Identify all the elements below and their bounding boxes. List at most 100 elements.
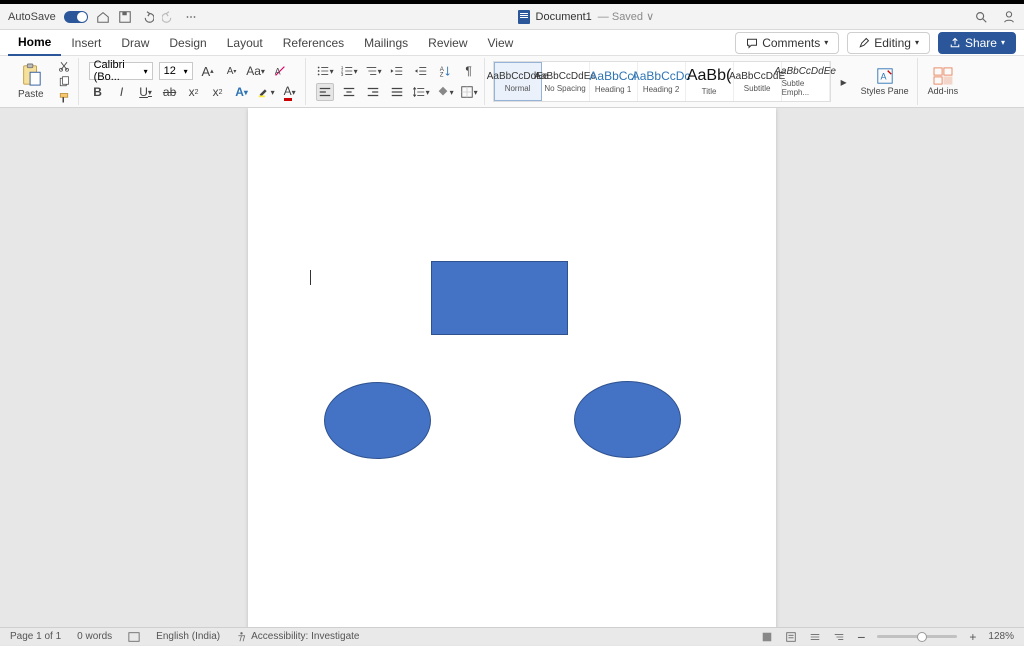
tab-references[interactable]: References — [273, 30, 354, 56]
svg-text:3: 3 — [340, 72, 343, 77]
cut-icon[interactable] — [56, 59, 72, 73]
format-painter-icon[interactable] — [56, 91, 72, 105]
addins-button[interactable]: Add-ins — [924, 67, 963, 97]
style-title[interactable]: AaBb(Title — [686, 62, 734, 101]
style-gallery: AaBbCcDdEeNormalAaBbCcDdEeNo SpacingAaBb… — [493, 61, 831, 102]
shading-icon[interactable]: ▾ — [436, 83, 454, 101]
tab-insert[interactable]: Insert — [61, 30, 111, 56]
comments-label: Comments — [762, 36, 820, 50]
bullets-icon[interactable]: ▾ — [316, 62, 334, 80]
text-cursor — [310, 270, 311, 285]
zoom-slider[interactable] — [877, 635, 957, 638]
tab-review[interactable]: Review — [418, 30, 477, 56]
paste-button[interactable]: Paste — [12, 61, 50, 102]
align-right-icon[interactable] — [364, 83, 382, 101]
bold-button[interactable]: B — [89, 83, 107, 101]
accessibility-status[interactable]: Accessibility: Investigate — [236, 631, 359, 642]
increase-indent-icon[interactable] — [412, 62, 430, 80]
search-icon[interactable] — [974, 10, 988, 24]
statusbar: Page 1 of 1 0 words English (India) Acce… — [0, 627, 1024, 645]
show-hide-icon[interactable]: ¶ — [460, 62, 478, 80]
font-name-select[interactable]: Calibri (Bo...▾ — [89, 62, 153, 80]
superscript-button[interactable]: x2 — [209, 83, 227, 101]
share-label: Share — [965, 36, 997, 50]
document-page[interactable] — [248, 108, 776, 627]
web-layout-icon[interactable] — [809, 631, 821, 643]
accessibility-label: Accessibility: Investigate — [251, 631, 359, 642]
word-count[interactable]: 0 words — [77, 631, 112, 642]
grow-font-icon[interactable]: A▴ — [199, 62, 217, 80]
share-button[interactable]: Share ▾ — [938, 32, 1016, 54]
font-color-icon[interactable]: A▾ — [281, 83, 299, 101]
document-icon — [518, 10, 530, 24]
page-count[interactable]: Page 1 of 1 — [10, 631, 61, 642]
svg-text:A: A — [880, 71, 886, 81]
save-icon[interactable] — [118, 10, 132, 24]
ribbon: Paste Calibri (Bo...▾ 12▾ A▴ A▾ Aa▾ A B … — [0, 56, 1024, 108]
borders-icon[interactable]: ▾ — [460, 83, 478, 101]
tab-view[interactable]: View — [478, 30, 524, 56]
strikethrough-button[interactable]: ab — [161, 83, 179, 101]
focus-view-icon[interactable] — [761, 631, 773, 643]
print-layout-icon[interactable] — [785, 631, 797, 643]
titlebar: AutoSave Document1 — Saved ∨ — [0, 4, 1024, 30]
align-center-icon[interactable] — [340, 83, 358, 101]
tab-mailings[interactable]: Mailings — [354, 30, 418, 56]
subscript-button[interactable]: x2 — [185, 83, 203, 101]
line-spacing-icon[interactable]: ▾ — [412, 83, 430, 101]
saved-state[interactable]: — Saved ∨ — [598, 10, 654, 23]
text-effects-icon[interactable]: A▾ — [233, 83, 251, 101]
shape-rectangle[interactable] — [431, 261, 568, 335]
shape-oval[interactable] — [574, 381, 681, 458]
group-paragraph: ▾ 123▾ ▾ AZ ¶ ▾ ▾ ▾ — [310, 58, 485, 105]
styles-pane-button[interactable]: A Styles Pane — [857, 58, 913, 105]
account-icon[interactable] — [1002, 10, 1016, 24]
comments-button[interactable]: Comments ▾ — [735, 32, 839, 54]
zoom-out-button[interactable]: − — [857, 629, 865, 645]
style-heading-2[interactable]: AaBbCcDcHeading 2 — [638, 62, 686, 101]
chevron-down-icon: ▾ — [1001, 38, 1005, 47]
underline-button[interactable]: U▾ — [137, 83, 155, 101]
highlight-icon[interactable]: ▾ — [257, 83, 275, 101]
style-gallery-more[interactable]: ▸ — [835, 73, 853, 91]
tab-home[interactable]: Home — [8, 30, 61, 56]
autosave-label: AutoSave — [8, 11, 56, 23]
svg-text:A: A — [274, 67, 280, 77]
editing-button[interactable]: Editing ▾ — [847, 32, 930, 54]
tab-layout[interactable]: Layout — [217, 30, 273, 56]
outline-view-icon[interactable] — [833, 631, 845, 643]
zoom-in-button[interactable]: + — [969, 630, 976, 644]
shrink-font-icon[interactable]: A▾ — [223, 62, 241, 80]
italic-button[interactable]: I — [113, 83, 131, 101]
workspace[interactable] — [0, 108, 1024, 627]
style-no-spacing[interactable]: AaBbCcDdEeNo Spacing — [542, 62, 590, 101]
ribbon-tabs: Home Insert Draw Design Layout Reference… — [0, 30, 1024, 56]
style-subtle-emph-[interactable]: AaBbCcDdEeSubtle Emph... — [782, 62, 830, 101]
home-icon[interactable] — [96, 10, 110, 24]
align-left-icon[interactable] — [316, 83, 334, 101]
shape-oval[interactable] — [324, 382, 431, 459]
tab-draw[interactable]: Draw — [111, 30, 159, 56]
multilevel-icon[interactable]: ▾ — [364, 62, 382, 80]
numbering-icon[interactable]: 123▾ — [340, 62, 358, 80]
copy-icon[interactable] — [56, 75, 72, 89]
redo-icon[interactable] — [162, 10, 176, 24]
language-status[interactable]: English (India) — [156, 631, 220, 642]
clear-format-icon[interactable]: A — [271, 62, 289, 80]
style-heading-1[interactable]: AaBbCcIHeading 1 — [590, 62, 638, 101]
overflow-icon[interactable] — [184, 10, 198, 24]
font-size-value: 12 — [164, 65, 176, 77]
font-size-select[interactable]: 12▾ — [159, 62, 193, 80]
autosave-toggle[interactable] — [64, 11, 88, 23]
chevron-down-icon: ▾ — [915, 38, 919, 47]
spellcheck-icon[interactable] — [128, 631, 140, 643]
style-normal[interactable]: AaBbCcDdEeNormal — [494, 62, 542, 101]
zoom-value[interactable]: 128% — [988, 631, 1014, 642]
font-name-value: Calibri (Bo... — [94, 59, 144, 83]
decrease-indent-icon[interactable] — [388, 62, 406, 80]
undo-icon[interactable] — [140, 10, 154, 24]
tab-design[interactable]: Design — [159, 30, 216, 56]
sort-icon[interactable]: AZ — [436, 62, 454, 80]
change-case-icon[interactable]: Aa▾ — [247, 62, 265, 80]
justify-icon[interactable] — [388, 83, 406, 101]
